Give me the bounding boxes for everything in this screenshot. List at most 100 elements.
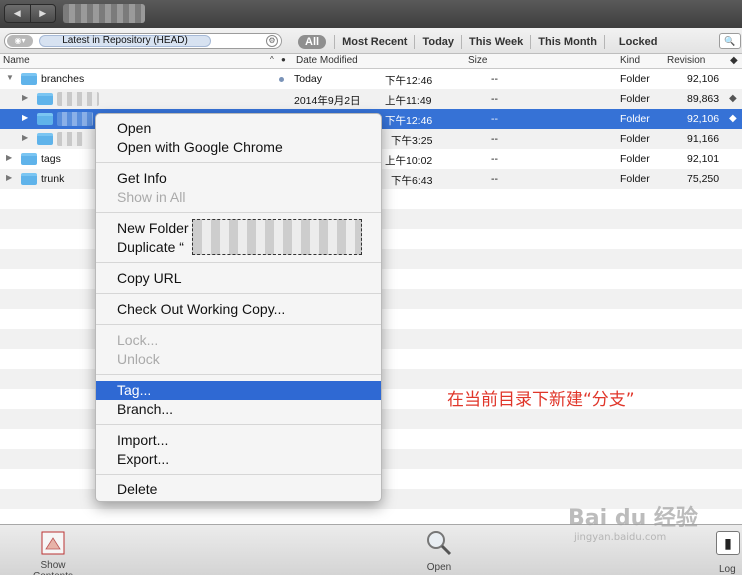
- menu-item-import[interactable]: Import...: [96, 431, 381, 450]
- revision-field[interactable]: ◉▾ Latest in Repository (HEAD) ⚙: [4, 33, 282, 49]
- row-size: --: [491, 93, 498, 105]
- menu-item-tag[interactable]: Tag...: [96, 381, 381, 400]
- row-revision: 91,166: [687, 133, 720, 145]
- row-kind: Folder: [620, 73, 650, 85]
- show-contents-icon: [41, 531, 65, 555]
- annotation-text: 在当前目录下新建“分支”: [447, 390, 635, 410]
- row-kind: Folder: [620, 153, 650, 165]
- redacted-name: [57, 112, 93, 126]
- open-button[interactable]: Open: [420, 529, 458, 573]
- filter-locked[interactable]: Locked: [605, 36, 665, 48]
- disclosure-closed-icon[interactable]: ▶: [22, 93, 28, 102]
- column-size[interactable]: Size: [468, 55, 487, 66]
- app-window: ◀ ▶ ◉▾ Latest in Repository (HEAD) ⚙ All…: [0, 0, 742, 575]
- row-revision: 92,101: [687, 153, 720, 165]
- row-size: --: [491, 73, 498, 85]
- tag-icon: ◆: [729, 93, 737, 104]
- menu-item-check-out[interactable]: Check Out Working Copy...: [96, 300, 381, 319]
- menu-item-open-with-chrome[interactable]: Open with Google Chrome: [96, 138, 381, 157]
- menu-item-export[interactable]: Export...: [96, 450, 381, 469]
- filter-all[interactable]: All: [298, 34, 327, 49]
- column-kind[interactable]: Kind: [620, 55, 640, 66]
- row-time: 下午12:46: [385, 115, 433, 127]
- menu-item-delete[interactable]: Delete: [96, 480, 381, 499]
- navigation-segment[interactable]: ◀ ▶: [4, 4, 56, 23]
- menu-separator: [96, 374, 381, 375]
- disclosure-closed-icon[interactable]: ▶: [22, 133, 28, 142]
- row-name: branches: [41, 73, 85, 85]
- row-time: 下午12:46: [385, 75, 433, 87]
- menu-item-unlock: Unlock: [117, 351, 160, 367]
- folder-icon: [21, 173, 37, 185]
- menu-separator: [96, 324, 381, 325]
- folder-icon: [37, 133, 53, 145]
- redacted-title: [63, 4, 145, 23]
- filter-segments: All Most Recent Today This Week This Mon…: [298, 34, 664, 49]
- row-time: 上午10:02: [385, 155, 433, 167]
- column-revision[interactable]: Revision: [667, 55, 705, 66]
- row-size: --: [491, 113, 498, 125]
- disclosure-open-icon[interactable]: ▼: [6, 73, 14, 82]
- back-arrow-icon[interactable]: ◀: [5, 5, 30, 22]
- column-header: Name ^ ● Date Modified Size Kind Revisio…: [0, 54, 742, 69]
- column-date-modified[interactable]: Date Modified: [296, 55, 358, 66]
- row-size: --: [491, 173, 498, 185]
- folder-icon: [37, 113, 53, 125]
- forward-arrow-icon[interactable]: ▶: [29, 5, 56, 22]
- menu-item-branch[interactable]: Branch...: [96, 400, 381, 419]
- column-name[interactable]: Name: [3, 55, 30, 66]
- menu-separator: [96, 162, 381, 163]
- row-time: 下午6:43: [391, 175, 433, 187]
- revision-pill[interactable]: Latest in Repository (HEAD): [39, 35, 211, 47]
- show-contents-button[interactable]: Show Contents: [22, 531, 84, 575]
- filter-most-recent[interactable]: Most Recent: [335, 36, 414, 48]
- filter-bar: ◉▾ Latest in Repository (HEAD) ⚙ All Mos…: [0, 28, 742, 54]
- redacted-name: [57, 92, 99, 106]
- redacted-name: [57, 132, 83, 146]
- menu-separator: [96, 424, 381, 425]
- row-revision: 92,106: [687, 73, 720, 85]
- table-row[interactable]: ▼ branches Today 下午12:46 -- Folder 92,10…: [0, 69, 742, 89]
- disclosure-closed-icon[interactable]: ▶: [6, 173, 12, 182]
- status-dot-icon: [279, 77, 284, 82]
- table-row[interactable]: ▶ 2014年9月2日 上午11:49 -- Folder 89,863 ◆: [0, 89, 742, 109]
- row-date: Today: [294, 73, 323, 85]
- row-size: --: [491, 133, 498, 145]
- title-bar: ◀ ▶: [0, 0, 742, 28]
- menu-item-copy-url[interactable]: Copy URL: [96, 269, 381, 288]
- tag-icon: ◆: [729, 113, 737, 124]
- row-kind: Folder: [620, 173, 650, 185]
- row-kind: Folder: [620, 93, 650, 105]
- folder-icon: [21, 73, 37, 85]
- menu-item-lock: Lock...: [117, 332, 159, 348]
- filter-this-week[interactable]: This Week: [462, 36, 530, 48]
- watermark-logo: Bai du 经验 jingyan.baidu.com: [568, 500, 728, 543]
- menu-item-open[interactable]: Open: [96, 119, 381, 138]
- row-name: tags: [41, 153, 61, 165]
- search-icon[interactable]: 🔍: [719, 33, 741, 49]
- watermark-sub: jingyan.baidu.com: [574, 532, 667, 543]
- sort-arrow-icon: ^: [270, 55, 274, 64]
- folder-icon: [21, 153, 37, 165]
- row-revision: 89,863: [687, 93, 720, 105]
- menu-separator: [96, 212, 381, 213]
- disclosure-closed-icon[interactable]: ▶: [6, 153, 12, 162]
- disclosure-closed-icon[interactable]: ▶: [22, 113, 28, 122]
- log-label: Log: [719, 564, 736, 575]
- row-name: trunk: [41, 173, 65, 185]
- show-contents-label: Show Contents: [33, 560, 73, 575]
- menu-item-get-info[interactable]: Get Info: [96, 169, 381, 188]
- row-size: --: [491, 153, 498, 165]
- filter-this-month[interactable]: This Month: [531, 36, 604, 48]
- gear-icon[interactable]: ⚙: [266, 35, 278, 47]
- redacted-selection: [192, 219, 362, 255]
- watermark-main: Bai du 经验: [568, 506, 698, 531]
- open-label: Open: [426, 562, 452, 573]
- row-time: 上午11:49: [385, 95, 432, 107]
- tag-column-icon: ◆: [730, 55, 738, 66]
- row-time: 下午3:25: [391, 135, 433, 147]
- toggle-icon[interactable]: ◉▾: [7, 35, 33, 47]
- filter-today[interactable]: Today: [415, 36, 461, 48]
- menu-separator: [96, 474, 381, 475]
- row-revision: 75,250: [687, 173, 720, 185]
